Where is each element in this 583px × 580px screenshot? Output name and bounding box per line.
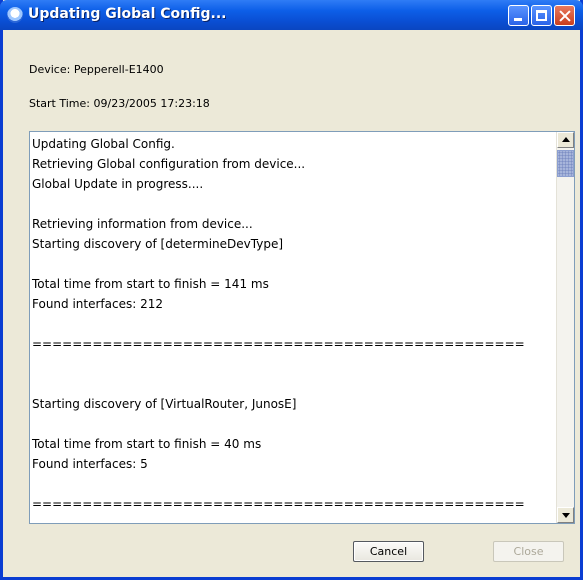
log-output-area[interactable]: Updating Global Config. Retrieving Global… <box>29 131 575 524</box>
minimize-button[interactable] <box>508 5 529 26</box>
window-title: Updating Global Config... <box>28 6 227 22</box>
log-line: Found interfaces: 5 <box>32 457 148 471</box>
log-line: Found interfaces: 212 <box>32 297 163 311</box>
log-line: Retrieving information from device... <box>32 217 253 231</box>
title-bar[interactable]: Updating Global Config... <box>0 0 583 30</box>
scroll-up-arrow-icon[interactable] <box>557 132 574 148</box>
close-button[interactable]: Close <box>493 541 564 562</box>
log-line: Starting discovery of [determineDevType] <box>32 237 284 251</box>
log-line: Total time from start to finish = 40 ms <box>32 437 262 451</box>
maximize-button[interactable] <box>531 5 552 26</box>
scroll-down-arrow-icon[interactable] <box>557 507 574 523</box>
device-label: Device: Pepperell-E1400 <box>29 63 164 76</box>
app-icon <box>7 7 23 23</box>
log-line: Retrieving Global configuration from dev… <box>32 157 306 171</box>
log-text: Updating Global Config. Retrieving Global… <box>30 134 556 523</box>
start-time-label: Start Time: 09/23/2005 17:23:18 <box>29 97 210 110</box>
log-line: ========================================… <box>32 497 525 511</box>
vertical-scrollbar[interactable] <box>556 132 574 523</box>
log-line: Starting discovery of [VirtualRouter, Ju… <box>32 397 297 411</box>
log-line: Global Update in progress.... <box>32 177 204 191</box>
cancel-button[interactable]: Cancel <box>353 541 424 562</box>
progress-dialog: Updating Global Config... Device: Pepper… <box>0 0 583 580</box>
close-window-button[interactable] <box>554 5 575 26</box>
log-line: Total time from start to finish = 141 ms <box>32 277 269 291</box>
log-line: ========================================… <box>32 337 525 351</box>
log-line: Updating Global Config. <box>32 137 175 151</box>
scroll-thumb[interactable] <box>557 150 574 177</box>
